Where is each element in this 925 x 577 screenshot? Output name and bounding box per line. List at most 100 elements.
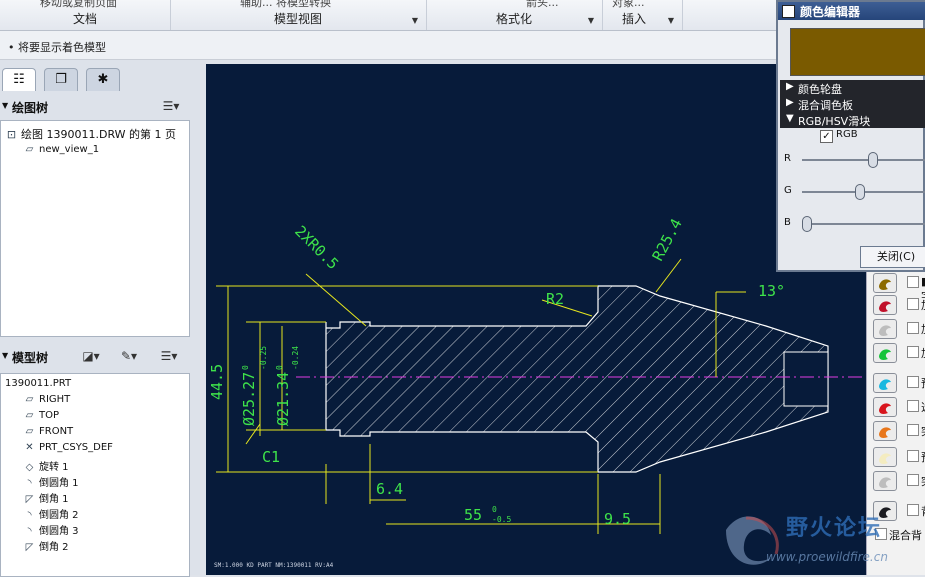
ribbon-top-text[interactable]: 辅助... 将模型转换 [240,0,331,10]
section-blend-palette[interactable]: ▶ 混合调色板 [780,96,925,112]
appearance-swatch-icon[interactable] [873,319,897,339]
slider-track[interactable] [802,159,925,161]
appearance-swatch-icon[interactable] [873,343,897,363]
tree-item-round-3[interactable]: ◝ 倒圆角 3 [23,522,79,537]
ribbon-top-text[interactable]: 箭头... [526,0,559,10]
tree-item-chamfer-2[interactable]: ◸ 倒角 2 [23,538,69,553]
tol-upper: 0 [275,365,284,370]
appearance-swatch-icon[interactable] [873,471,897,491]
appearance-swatch-icon[interactable] [873,447,897,467]
appearance-checkbox[interactable] [907,450,919,462]
appearance-row[interactable]: ■ 字 [871,272,925,303]
chevron-down-icon[interactable]: ▼ [588,16,594,25]
star-icon: ✱ [97,72,109,87]
tab-model-tree[interactable]: ☷ [2,68,36,91]
dim-6-4: 6.4 [376,480,403,498]
ribbon-top-text[interactable]: 对象... [612,0,645,10]
appearance-row[interactable]: 加 [871,318,925,339]
dim-dia-25-27: Ø25.27 [240,372,258,426]
tab-folder-browser[interactable]: ❐ [44,68,78,91]
ribbon-top-text[interactable]: 移动或复制页面 [40,0,117,10]
tree-item-datum-right[interactable]: ▱ RIGHT [23,394,71,405]
appearance-checkbox[interactable] [907,376,919,388]
tab-favorites[interactable]: ✱ [86,68,120,91]
tree-item-datum-top[interactable]: ▱ TOP [23,410,59,421]
tree-item-csys[interactable]: ✕ PRT_CSYS_DEF [23,442,113,453]
section-color-wheel[interactable]: ▶ 颜色轮盘 [780,80,925,96]
slider-g[interactable]: G [782,182,925,202]
appearance-checkbox[interactable] [907,400,919,412]
appearance-checkbox[interactable] [907,474,919,486]
model-tree-header[interactable]: ▼ 模型树 ◪▾ ✎▾ ☰▾ [0,344,192,368]
appearance-checkbox[interactable] [907,298,919,310]
tree-item-datum-front[interactable]: ▱ FRONT [23,426,74,437]
appearance-row[interactable]: 预 [871,372,925,393]
tree-settings-icon[interactable]: ☰▾ [154,346,184,366]
appearance-swatch-icon[interactable] [873,295,897,315]
appearance-row[interactable]: 选 [871,396,925,417]
tree-settings-icon[interactable]: ☰▾ [156,96,186,116]
slider-label: G [784,185,792,196]
tools-icon[interactable]: ✎▾ [114,346,144,366]
appearance-row[interactable]: 加 [871,342,925,363]
window-icon [782,5,795,18]
ribbon-group-model-view[interactable]: 辅助... 将模型转换 模型视图 ▼ [170,0,427,30]
appearance-swatch-icon[interactable] [873,373,897,393]
tree-item-part[interactable]: 1390011.PRT [5,378,71,389]
rgb-checkbox[interactable]: ✓ [820,130,833,143]
slider-thumb[interactable] [854,184,865,200]
section-rgb-hsv[interactable]: ▼ RGB/HSV滑块 [780,112,925,128]
display-style-icon[interactable]: ◪▾ [76,346,106,366]
collapse-icon[interactable]: ▼ [2,101,8,110]
color-editor-dialog[interactable]: 颜色编辑器 ▶ 颜色轮盘 ▶ 混合调色板 ▼ RGB/HSV滑块 ✓ RGB R G … [776,0,925,272]
dim-dia-21-34: Ø21.34 [274,372,292,426]
appearance-checkbox[interactable] [907,276,919,288]
tree-item-chamfer-1[interactable]: ◸ 倒角 1 [23,490,69,505]
tol-upper: 0 [241,365,250,370]
drawing-tree-header[interactable]: ▼ 绘图树 ☰▾ [0,94,192,118]
tree-item-label: 1390011.PRT [5,378,72,389]
dim-r2: R2 [546,290,564,308]
slider-thumb[interactable] [802,216,812,232]
tree-item-sheet[interactable]: ⊡ 绘图 1390011.DRW 的第 1 页 [5,126,176,142]
appearance-label: 加 [921,321,925,337]
dialog-title-bar[interactable]: 颜色编辑器 [778,2,925,20]
appearance-checkbox[interactable] [907,424,919,436]
tree-item-label: 倒角 1 [39,494,69,505]
part-section-outline [325,285,829,473]
slider-b[interactable]: B [782,214,925,234]
collapse-icon[interactable]: ▼ [2,351,8,360]
close-button[interactable]: 关闭(C) [860,246,925,268]
appearance-row[interactable]: 突 [871,420,925,441]
appearance-swatch-icon[interactable] [873,273,897,293]
appearance-row[interactable]: 突 [871,470,925,491]
tol-lower: -0.25 [259,346,268,370]
ribbon-group-document[interactable]: 移动或复制页面 文档 [0,0,171,30]
appearance-swatch-icon[interactable] [873,421,897,441]
drawing-graphics: 2XR0.5 R25.4 R2 13° 44.5 Ø25.27 Ø21.34 C… [208,216,866,569]
appearance-row[interactable]: 加 [871,294,925,315]
tree-item-view[interactable]: ▱ new_view_1 [23,144,99,155]
tree-item-round-1[interactable]: ◝ 倒圆角 1 [23,474,79,489]
chevron-down-icon[interactable]: ▼ [668,16,674,25]
ribbon-group-format[interactable]: 箭头... 格式化 ▼ [426,0,603,30]
ribbon-group-label: 插入 [622,12,647,26]
dim-r25-4: R25.4 [649,216,686,264]
chevron-down-icon[interactable]: ▼ [412,16,418,25]
slider-thumb[interactable] [868,152,878,168]
ribbon-group-label: 模型视图 [273,12,322,26]
drawing-canvas[interactable]: 2XR0.5 R25.4 R2 13° 44.5 Ø25.27 Ø21.34 C… [206,64,866,575]
ribbon-group-insert[interactable]: 对象... 插入 ▼ [602,0,683,30]
appearance-checkbox[interactable] [907,346,919,358]
appearance-swatch-icon[interactable] [873,397,897,417]
round-icon: ◝ [27,510,32,521]
appearance-checkbox[interactable] [907,322,919,334]
tree-item-revolve[interactable]: ◇ 旋转 1 [23,458,69,473]
sheet-info: SM:1.000 KD PART NM:1390011 RV:A4 [214,562,334,569]
slider-label: B [784,217,791,228]
slider-track[interactable] [802,223,925,225]
rgb-checkbox-label: RGB [836,129,858,140]
appearance-row[interactable]: 预 [871,446,925,467]
slider-r[interactable]: R [782,150,925,170]
tree-item-round-2[interactable]: ◝ 倒圆角 2 [23,506,79,521]
